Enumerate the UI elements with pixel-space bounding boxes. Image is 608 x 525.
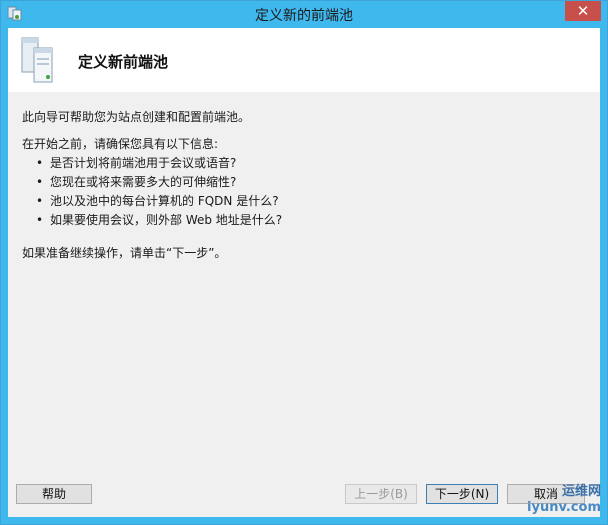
- bullet-icon: •: [36, 156, 44, 170]
- bullet-icon: •: [36, 194, 44, 208]
- wizard-header: 定义新前端池: [8, 28, 600, 92]
- wizard-client-area: 定义新前端池 此向导可帮助您为站点创建和配置前端池。 在开始之前，请确保您具有以…: [8, 28, 600, 517]
- requirements-list: • 是否计划将前端池用于会议或语音? • 您现在或将来需要多大的可伸缩性? • 池以及…: [22, 154, 582, 230]
- server-stack-icon: [21, 37, 53, 83]
- close-button[interactable]: ✕: [565, 1, 601, 21]
- checklist-heading: 在开始之前，请确保您具有以下信息:: [22, 137, 219, 151]
- list-item: • 您现在或将来需要多大的可伸缩性?: [36, 173, 582, 192]
- wizard-window: 定义新的前端池 ✕ 定义新前端池 此向导可帮助您为站点创建和配置前端池。 在开始…: [0, 0, 608, 525]
- next-button[interactable]: 下一步(N): [426, 484, 498, 504]
- site-watermark: 运维网 iyunv.com: [509, 476, 605, 522]
- page-title: 定义新前端池: [78, 53, 169, 71]
- list-item: • 是否计划将前端池用于会议或语音?: [36, 154, 582, 173]
- wizard-description: 此向导可帮助您为站点创建和配置前端池。 在开始之前，请确保您具有以下信息: • 是…: [22, 108, 582, 230]
- window-title: 定义新的前端池: [255, 8, 353, 24]
- bullet-icon: •: [36, 213, 44, 227]
- back-button[interactable]: 上一步(B): [345, 484, 417, 504]
- list-item: • 池以及池中的每台计算机的 FQDN 是什么?: [36, 192, 582, 211]
- help-button[interactable]: 帮助: [16, 484, 92, 504]
- watermark-line1: 运维网: [561, 484, 601, 499]
- watermark-line2: iyunv.com: [527, 500, 601, 515]
- close-icon: ✕: [576, 2, 590, 20]
- list-item: • 如果要使用会议，则外部 Web 地址是什么?: [36, 211, 582, 230]
- bullet-icon: •: [36, 175, 44, 189]
- intro-text: 此向导可帮助您为站点创建和配置前端池。: [22, 110, 251, 124]
- title-bar[interactable]: 定义新的前端池 ✕: [1, 1, 607, 27]
- continue-instruction: 如果准备继续操作，请单击“下一步”。: [22, 246, 227, 260]
